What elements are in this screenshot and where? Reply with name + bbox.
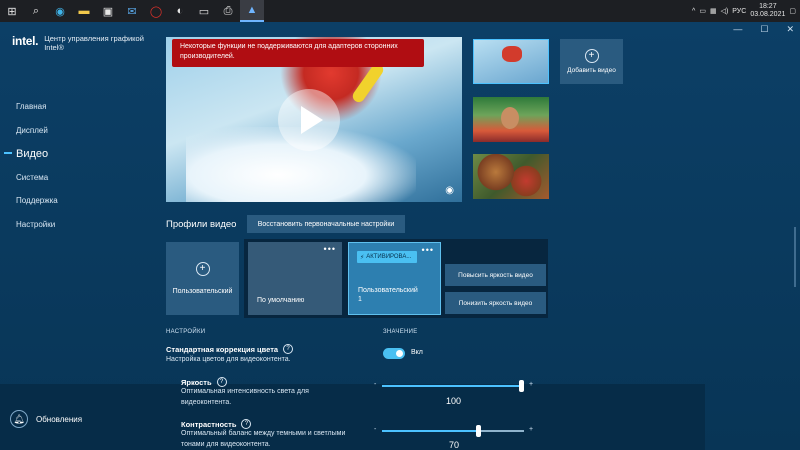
add-video-button[interactable]: + Добавить видео — [560, 39, 623, 84]
app-title: Центр управления графикой Intel® — [44, 34, 144, 52]
profile-label: По умолчанию — [257, 297, 305, 304]
contrast-minus[interactable]: - — [374, 426, 376, 433]
play-icon — [301, 106, 323, 134]
plus-icon: + — [195, 262, 210, 276]
profile-card-default[interactable]: ••• По умолчанию — [248, 242, 342, 315]
mail-icon[interactable]: ✉ — [120, 0, 144, 22]
plus-icon: + — [584, 49, 599, 63]
chevron-up-icon[interactable]: ^ — [692, 8, 695, 15]
warning-banner: Некоторые функции не поддерживаются для … — [172, 39, 424, 67]
color-correction-desc: Настройка цветов для видеоконтента. — [166, 356, 291, 363]
windows-icon[interactable]: ⊞ — [0, 0, 24, 22]
system-tray: ^ ▭ ▦ ◁) РУС 18:27 03.08.2021 ▢ — [692, 0, 800, 22]
store-icon[interactable]: ▣ — [96, 0, 120, 22]
video-thumbnail-food[interactable] — [473, 154, 549, 199]
brightness-plus[interactable]: + — [529, 381, 533, 388]
settings-column-header: НАСТРОЙКИ — [166, 329, 206, 335]
taskbar: ⊞ ⌕ ◉ ▬ ▣ ✉ ◯ ◐ ▭ ⎙ ▲ ^ ▭ ▦ ◁) РУС 18:27… — [0, 0, 800, 22]
more-options-icon[interactable]: ••• — [324, 244, 336, 254]
volume-icon[interactable]: ◁) — [721, 7, 729, 15]
clock[interactable]: 18:27 03.08.2021 — [750, 3, 785, 19]
search-icon[interactable]: ⌕ — [24, 0, 48, 22]
color-correction-toggle[interactable] — [383, 348, 405, 359]
nav-item-home[interactable]: Главная — [0, 95, 58, 119]
brand: intel. Центр управления графикой Intel® — [12, 34, 154, 52]
clock-time: 18:27 — [759, 3, 777, 10]
nav-menu: Главная Дисплей Видео Система Поддержка … — [0, 95, 58, 236]
updates-button[interactable]: 🔔︎ Обновления — [10, 410, 82, 428]
active-badge-label: АКТИВИРОВА... — [366, 254, 412, 260]
file-explorer-icon[interactable]: ▬ — [72, 0, 96, 22]
nav-item-video[interactable]: Видео — [0, 142, 58, 166]
intel-graphics-icon[interactable]: ▲ — [240, 0, 264, 22]
reset-defaults-button[interactable]: Восстановить первоначальные настройки — [247, 215, 405, 233]
language-indicator[interactable]: РУС — [732, 8, 746, 15]
color-correction-title: Стандартная коррекция цвета ? — [166, 344, 294, 354]
profile-card-custom-1[interactable]: ⚡︎ АКТИВИРОВА... ••• Пользовательский 1 — [348, 242, 441, 315]
minimize-button[interactable]: — — [733, 24, 742, 35]
steam-vr-icon[interactable]: ▭ — [192, 0, 216, 22]
new-custom-profile-card[interactable]: + Пользовательский — [166, 242, 239, 315]
increase-brightness-button[interactable]: Повысить яркость видео — [445, 264, 546, 286]
bell-icon: 🔔︎ — [10, 410, 28, 428]
contrast-slider[interactable] — [382, 425, 524, 437]
printer-icon[interactable]: ⎙ — [216, 0, 240, 22]
clock-date: 03.08.2021 — [750, 11, 786, 18]
network-icon[interactable]: ▦ — [710, 7, 717, 15]
nav-item-support[interactable]: Поддержка — [0, 189, 58, 213]
contrast-slider-fill — [382, 430, 479, 432]
bottom-panel — [0, 384, 705, 450]
video-thumbnail-snowboard[interactable] — [473, 39, 549, 84]
help-icon[interactable]: ? — [283, 344, 294, 354]
brightness-value: 100 — [446, 396, 462, 406]
contrast-plus[interactable]: + — [529, 426, 533, 433]
maximize-button[interactable]: ☐ — [760, 24, 768, 35]
steam-icon[interactable]: ◐ — [168, 0, 192, 22]
value-column-header: ЗНАЧЕНИЕ — [383, 329, 418, 335]
more-options-icon[interactable]: ••• — [422, 245, 434, 255]
brightness-slider-knob[interactable] — [519, 380, 524, 392]
opera-icon[interactable]: ◯ — [144, 0, 168, 22]
video-thumbnail-crowd[interactable] — [473, 97, 549, 142]
contrast-desc: Оптимальный баланс между темными и светл… — [181, 430, 346, 448]
close-button[interactable]: ✕ — [786, 24, 794, 35]
decrease-brightness-button[interactable]: Понизить яркость видео — [445, 292, 546, 314]
nav-item-display[interactable]: Дисплей — [0, 119, 58, 143]
profiles-title: Профили видео — [166, 219, 237, 230]
contrast-value: 70 — [449, 440, 460, 450]
nav-item-system[interactable]: Система — [0, 166, 58, 190]
edge-icon[interactable]: ◉ — [48, 0, 72, 22]
brightness-slider[interactable] — [382, 380, 524, 392]
folder-icon[interactable]: ▭ — [699, 7, 706, 15]
scrollbar[interactable] — [794, 227, 796, 287]
color-correction-label: Стандартная коррекция цвета — [166, 344, 279, 354]
custom-profile-label: Пользовательский — [172, 288, 233, 295]
contrast-slider-knob[interactable] — [476, 425, 481, 437]
toggle-state-label: Вкл — [411, 349, 423, 356]
add-video-label: Добавить видео — [567, 67, 616, 74]
brightness-desc: Оптимальная интенсивность света для виде… — [181, 388, 309, 406]
window-controls: — ☐ ✕ — [733, 24, 794, 35]
nav-item-settings[interactable]: Настройки — [0, 213, 58, 237]
notifications-icon[interactable]: ▢ — [789, 7, 796, 15]
updates-label: Обновления — [36, 414, 83, 424]
play-button[interactable] — [278, 89, 340, 151]
brightness-minus[interactable]: - — [374, 381, 376, 388]
profile-label: Пользовательский 1 — [358, 287, 418, 303]
intel-logo: intel. — [12, 34, 39, 48]
active-badge: ⚡︎ АКТИВИРОВА... — [357, 251, 417, 263]
lightning-icon: ⚡︎ — [360, 254, 365, 261]
intel-graphics-app: — ☐ ✕ intel. Центр управления графикой I… — [0, 22, 800, 450]
eye-icon[interactable]: ◉ — [445, 185, 454, 196]
brightness-slider-fill — [382, 385, 524, 387]
